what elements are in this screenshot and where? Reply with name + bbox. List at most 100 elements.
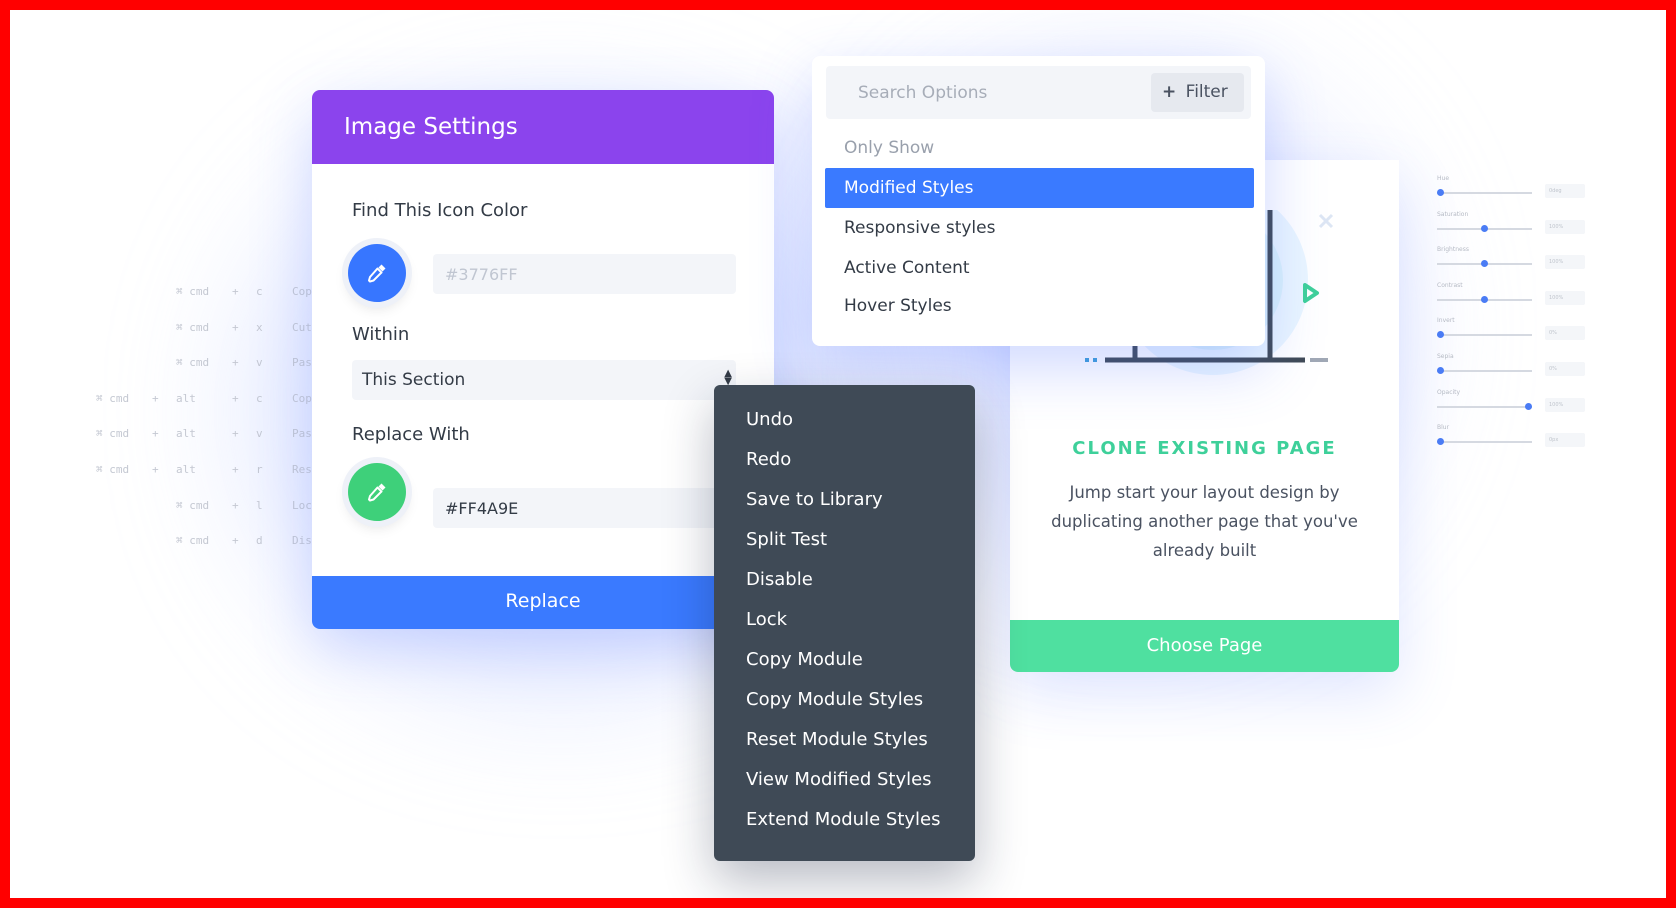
slider-handle[interactable] bbox=[1437, 438, 1444, 446]
clone-description: Jump start your layout design by duplica… bbox=[1051, 483, 1358, 560]
slider-handle[interactable] bbox=[1437, 189, 1444, 196]
shortcut-key: ⌘ cmd bbox=[96, 391, 130, 405]
find-color-input[interactable]: #3776FF bbox=[433, 254, 736, 294]
shortcut-plus: + bbox=[152, 391, 159, 405]
slider-track[interactable] bbox=[1437, 334, 1532, 337]
replace-button[interactable]: Replace bbox=[312, 576, 774, 629]
filter-slider[interactable]: Sepia 0% bbox=[1435, 353, 1585, 389]
panel-title: Image Settings bbox=[312, 90, 774, 164]
menu-item-reset-module-styles[interactable]: Reset Module Styles bbox=[746, 729, 928, 750]
shortcut-label: Res bbox=[292, 462, 312, 476]
shortcut-key: ⌘ cmd bbox=[96, 427, 130, 441]
replace-color-picker[interactable] bbox=[348, 463, 406, 521]
shortcut-key: x bbox=[256, 320, 263, 334]
filter-slider[interactable]: Contrast 100% bbox=[1435, 282, 1585, 318]
slider-handle[interactable] bbox=[1481, 224, 1488, 232]
shortcut-row: ⌘ cmd + v Pas bbox=[100, 356, 320, 392]
shortcut-key: ⌘ cmd bbox=[176, 285, 210, 298]
shortcut-key: d bbox=[256, 534, 263, 548]
shortcut-key: ⌘ cmd bbox=[96, 462, 130, 476]
context-menu: Undo Redo Save to Library Split Test Dis… bbox=[714, 385, 975, 861]
shortcut-plus: + bbox=[232, 534, 239, 548]
clone-title: CLONE EXISTING PAGE bbox=[1072, 438, 1337, 459]
menu-item-disable[interactable]: Disable bbox=[746, 569, 813, 590]
slider-handle[interactable] bbox=[1481, 260, 1488, 268]
shortcut-row: ⌘ cmd + x Cut bbox=[100, 321, 320, 357]
filter-slider[interactable]: Invert 0% bbox=[1435, 317, 1585, 353]
search-input[interactable]: Search Options bbox=[858, 83, 987, 103]
slider-label: Saturation bbox=[1437, 210, 1469, 218]
slider-value[interactable]: 0deg bbox=[1545, 184, 1585, 198]
shortcut-plus: + bbox=[232, 427, 239, 441]
slider-label: Opacity bbox=[1437, 388, 1461, 396]
slider-value[interactable]: 100% bbox=[1545, 290, 1585, 305]
menu-item-lock[interactable]: Lock bbox=[746, 609, 787, 630]
menu-item-redo[interactable]: Redo bbox=[746, 449, 791, 470]
slider-value[interactable]: 100% bbox=[1545, 397, 1585, 412]
menu-item-split-test[interactable]: Split Test bbox=[746, 529, 827, 550]
filter-slider[interactable]: Saturation 100% bbox=[1435, 211, 1585, 247]
shortcut-plus: + bbox=[232, 462, 239, 476]
slider-handle[interactable] bbox=[1437, 366, 1444, 374]
replace-color-input[interactable]: #FF4A9E bbox=[433, 488, 736, 528]
slider-label: Hue bbox=[1437, 175, 1450, 182]
shortcut-key: alt bbox=[176, 462, 196, 476]
filter-button[interactable]: + Filter bbox=[1151, 73, 1244, 112]
slider-handle[interactable] bbox=[1481, 295, 1488, 303]
shortcut-row: ⌘ cmd + alt + v Pas bbox=[96, 427, 320, 463]
shortcut-key: ⌘ cmd bbox=[176, 356, 210, 370]
slider-value[interactable]: 100% bbox=[1545, 219, 1585, 234]
choose-page-button[interactable]: Choose Page bbox=[1010, 620, 1399, 672]
slider-track[interactable] bbox=[1437, 192, 1532, 194]
find-color-picker[interactable] bbox=[348, 244, 406, 302]
shortcut-label: Pas bbox=[292, 356, 312, 370]
slider-value[interactable]: 0px bbox=[1545, 433, 1585, 448]
slider-handle[interactable] bbox=[1525, 402, 1532, 410]
only-show-heading: Only Show bbox=[844, 138, 935, 158]
menu-item-save-to-library[interactable]: Save to Library bbox=[746, 489, 883, 510]
option-modified-styles[interactable]: Modified Styles bbox=[825, 168, 1254, 208]
menu-item-view-modified-styles[interactable]: View Modified Styles bbox=[746, 769, 932, 790]
option-hover-styles[interactable]: Hover Styles bbox=[844, 296, 952, 316]
menu-item-extend-module-styles[interactable]: Extend Module Styles bbox=[746, 809, 940, 830]
shortcut-key: alt bbox=[176, 391, 196, 405]
replace-color-label: Replace With bbox=[352, 424, 470, 445]
slider-value[interactable]: 100% bbox=[1545, 255, 1585, 270]
within-select[interactable]: This Section ▲ ▼ bbox=[352, 360, 736, 400]
filter-slider[interactable]: Hue 0deg bbox=[1435, 175, 1585, 211]
shortcut-key: v bbox=[256, 427, 263, 441]
filter-slider[interactable]: Brightness 100% bbox=[1435, 246, 1585, 282]
select-arrows-icon: ▲ ▼ bbox=[724, 368, 732, 387]
shortcut-row: ⌘ cmd + c Cop bbox=[100, 285, 320, 321]
filter-slider[interactable]: Opacity 100% bbox=[1435, 389, 1585, 425]
filter-label: Filter bbox=[1185, 82, 1228, 102]
menu-item-undo[interactable]: Undo bbox=[746, 409, 793, 430]
filter-slider-panel: Hue 0deg Saturation 100% Brightness 100% Contr… bbox=[1435, 175, 1585, 460]
slider-track[interactable] bbox=[1437, 369, 1532, 372]
slider-track[interactable] bbox=[1437, 441, 1532, 444]
shortcut-label: Pas bbox=[292, 427, 312, 441]
slider-track[interactable] bbox=[1437, 405, 1532, 408]
slider-value[interactable]: 0% bbox=[1545, 361, 1585, 376]
shortcut-plus: + bbox=[152, 462, 159, 476]
slider-label: Blur bbox=[1437, 424, 1450, 432]
within-label: Within bbox=[352, 324, 410, 345]
within-value: This Section bbox=[362, 370, 466, 390]
shortcut-plus: + bbox=[232, 320, 239, 334]
option-active-content[interactable]: Active Content bbox=[844, 258, 970, 278]
filter-slider[interactable]: Blur 0px bbox=[1435, 424, 1585, 460]
shortcut-label: Loc bbox=[292, 498, 312, 512]
shortcut-plus: + bbox=[152, 427, 159, 441]
shortcut-key: l bbox=[256, 498, 263, 512]
plus-icon: + bbox=[1162, 82, 1177, 102]
menu-item-copy-module-styles[interactable]: Copy Module Styles bbox=[746, 689, 923, 710]
shortcut-key: c bbox=[256, 285, 263, 298]
slider-value[interactable]: 0% bbox=[1545, 326, 1585, 341]
option-responsive-styles[interactable]: Responsive styles bbox=[844, 218, 995, 238]
find-color-label: Find This Icon Color bbox=[352, 200, 528, 221]
slider-label: Contrast bbox=[1437, 281, 1463, 289]
menu-item-copy-module[interactable]: Copy Module bbox=[746, 649, 863, 670]
shortcut-label: Cut bbox=[292, 320, 312, 334]
shortcut-row: ⌘ cmd + alt + c Cop bbox=[96, 391, 320, 428]
slider-handle[interactable] bbox=[1437, 331, 1444, 339]
